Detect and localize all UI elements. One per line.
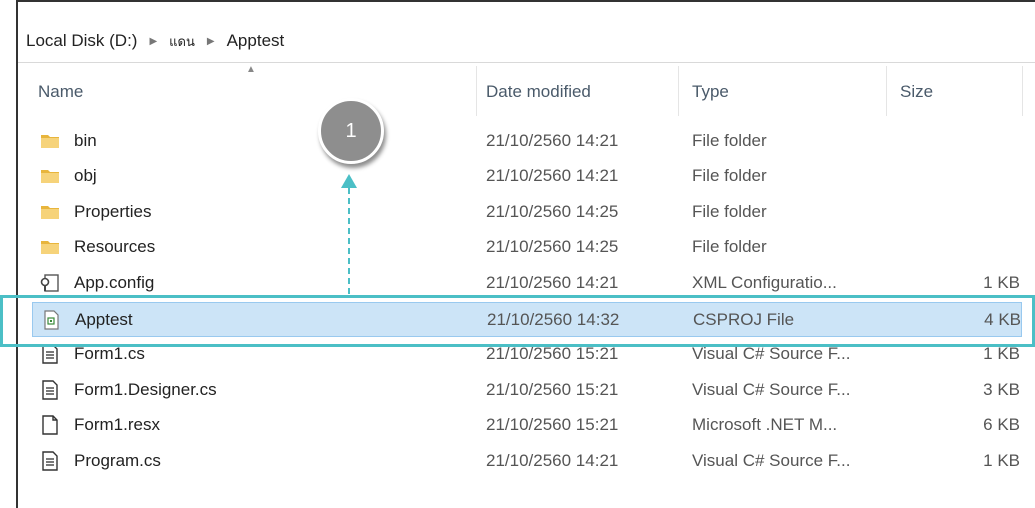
- column-name[interactable]: Name: [38, 82, 83, 102]
- file-name: App.config: [74, 273, 155, 292]
- file-date: 21/10/2560 14:21: [486, 451, 619, 470]
- address-bar[interactable]: Local Disk (D:) ▶ แดน ▶ Apptest: [18, 20, 1035, 63]
- file-date: 21/10/2560 15:21: [486, 415, 619, 434]
- file-type: File folder: [692, 237, 767, 256]
- file-date: 21/10/2560 14:21: [486, 166, 619, 185]
- folder-icon: [40, 237, 60, 257]
- file-type: File folder: [692, 166, 767, 185]
- file-name: bin: [74, 131, 97, 150]
- file-row[interactable]: obj 21/10/2560 14:21 File folder: [18, 159, 1035, 194]
- file-size: 6 KB: [983, 415, 1020, 434]
- column-divider[interactable]: [1022, 66, 1023, 116]
- sort-ascending-icon: ▲: [246, 64, 256, 75]
- file-type: XML Configuratio...: [692, 273, 837, 292]
- file-name: Resources: [74, 237, 156, 256]
- file-type: Visual C# Source F...: [692, 380, 851, 399]
- chevron-right-icon: ▶: [206, 35, 215, 47]
- text-file-icon: [40, 451, 60, 471]
- file-row[interactable]: Program.cs 21/10/2560 14:21 Visual C# Sour…: [18, 444, 1035, 479]
- column-header: ▲ Name Date modified Type Size: [18, 62, 1035, 122]
- file-date: 21/10/2560 14:25: [486, 237, 619, 256]
- highlight-box: [0, 295, 1035, 347]
- file-name: Form1.resx: [74, 415, 160, 434]
- file-type: Microsoft .NET M...: [692, 415, 838, 434]
- file-name: Properties: [74, 202, 152, 221]
- column-date[interactable]: Date modified: [486, 82, 591, 102]
- file-row[interactable]: Properties 21/10/2560 14:25 File folder: [18, 195, 1035, 230]
- breadcrumb-folder[interactable]: แดน: [169, 31, 195, 52]
- dashed-arrow-line: [348, 188, 350, 294]
- breadcrumb-apptest[interactable]: Apptest: [227, 31, 285, 51]
- step-marker: 1: [318, 98, 384, 164]
- file-row[interactable]: Form1.resx 21/10/2560 15:21 Microsoft .NET…: [18, 408, 1035, 443]
- file-date: 21/10/2560 14:25: [486, 202, 619, 221]
- file-type: File folder: [692, 131, 767, 150]
- file-size: 1 KB: [983, 273, 1020, 292]
- text-file-icon: [40, 380, 60, 400]
- file-type: Visual C# Source F...: [692, 451, 851, 470]
- file-name: Form1.Designer.cs: [74, 380, 217, 399]
- column-divider[interactable]: [886, 66, 887, 116]
- explorer-window: Local Disk (D:) ▶ แดน ▶ Apptest ▲ Name D…: [16, 0, 1035, 508]
- folder-icon: [40, 202, 60, 222]
- file-row[interactable]: Form1.Designer.cs 21/10/2560 15:21 Visual …: [18, 373, 1035, 408]
- file-date: 21/10/2560 14:21: [486, 273, 619, 292]
- file-size: 3 KB: [983, 380, 1020, 399]
- folder-icon: [40, 131, 60, 151]
- column-type[interactable]: Type: [692, 82, 729, 102]
- file-name: obj: [74, 166, 97, 185]
- config-file-icon: [40, 273, 60, 293]
- chevron-right-icon: ▶: [149, 35, 158, 47]
- file-size: 1 KB: [983, 451, 1020, 470]
- blank-file-icon: [40, 415, 60, 435]
- column-size[interactable]: Size: [900, 82, 933, 102]
- column-divider[interactable]: [476, 66, 477, 116]
- arrow-up-icon: [341, 174, 357, 188]
- file-type: File folder: [692, 202, 767, 221]
- file-type: Visual C# Source F...: [692, 344, 851, 363]
- step-number: 1: [345, 119, 357, 142]
- file-date: 21/10/2560 15:21: [486, 380, 619, 399]
- column-divider[interactable]: [678, 66, 679, 116]
- file-row[interactable]: bin 21/10/2560 14:21 File folder: [18, 124, 1035, 159]
- file-row[interactable]: Resources 21/10/2560 14:25 File folder: [18, 230, 1035, 265]
- file-date: 21/10/2560 15:21: [486, 344, 619, 363]
- file-date: 21/10/2560 14:21: [486, 131, 619, 150]
- file-size: 1 KB: [983, 344, 1020, 363]
- text-file-icon: [40, 344, 60, 364]
- file-name: Program.cs: [74, 451, 161, 470]
- file-name: Form1.cs: [74, 344, 145, 363]
- breadcrumb-local-disk[interactable]: Local Disk (D:): [18, 31, 137, 51]
- folder-icon: [40, 166, 60, 186]
